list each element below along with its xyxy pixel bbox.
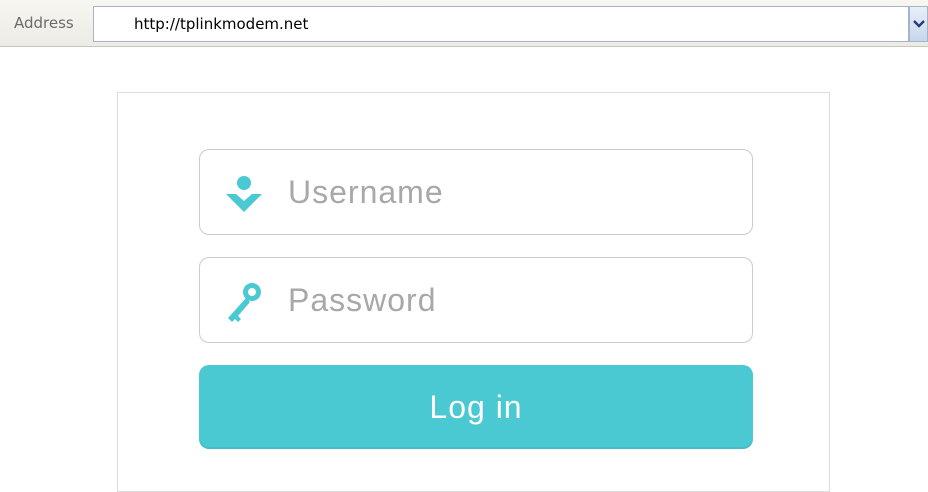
- username-input[interactable]: [288, 168, 728, 216]
- chevron-down-icon: [912, 20, 925, 28]
- password-field[interactable]: [199, 257, 753, 343]
- username-field[interactable]: [199, 149, 753, 235]
- address-bar: Address http://tplinkmodem.net: [0, 0, 928, 47]
- password-input[interactable]: [288, 276, 728, 324]
- address-label: Address: [14, 14, 74, 32]
- address-url-field[interactable]: http://tplinkmodem.net: [93, 6, 909, 42]
- login-panel: Log in: [117, 92, 830, 492]
- login-button[interactable]: Log in: [199, 365, 753, 449]
- user-icon: [226, 176, 262, 212]
- address-dropdown-button[interactable]: [909, 6, 928, 42]
- key-icon: [228, 283, 261, 322]
